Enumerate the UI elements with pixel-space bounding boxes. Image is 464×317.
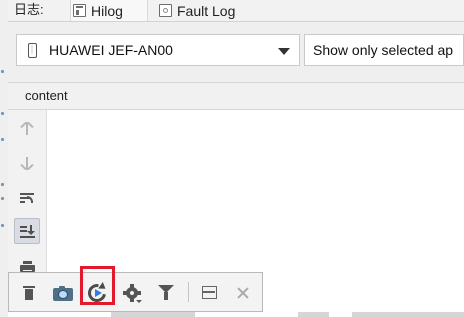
- clear-log-button[interactable]: [17, 281, 41, 305]
- chevron-down-icon[interactable]: [278, 48, 290, 55]
- close-icon: [236, 286, 250, 300]
- fault-log-icon: [159, 4, 172, 17]
- trash-icon: [23, 286, 35, 300]
- phone-icon: [28, 43, 37, 58]
- status-fragment: [111, 312, 195, 317]
- app-filter-select[interactable]: Show only selected ap: [304, 34, 464, 66]
- rail-marker: [1, 112, 4, 115]
- screenshot-button[interactable]: [51, 281, 75, 305]
- tab-hilog-label: Hilog: [91, 2, 123, 19]
- log-table-header: content: [8, 82, 464, 110]
- log-vertical-toolbar: [8, 110, 47, 278]
- settings-button[interactable]: [119, 281, 143, 305]
- soft-wrap-button[interactable]: [14, 185, 40, 211]
- bottom-log-toolbar: [8, 266, 263, 312]
- status-fragment: [298, 312, 329, 317]
- device-select-value: HUAWEI JEF-AN00: [49, 42, 173, 58]
- tab-hilog[interactable]: Hilog: [70, 0, 148, 21]
- rail-marker: [1, 138, 4, 141]
- status-fragment: [352, 312, 464, 317]
- rail-marker: [1, 224, 4, 227]
- scroll-to-end-button[interactable]: [14, 218, 40, 244]
- filter-icon: [158, 285, 174, 301]
- scroll-to-end-icon: [20, 225, 35, 239]
- toggle-panel-button[interactable]: [198, 281, 222, 305]
- soft-wrap-icon: [20, 192, 34, 204]
- refresh-highlight: [80, 266, 115, 305]
- hilog-icon: [73, 4, 86, 17]
- content-column-header: content: [25, 88, 68, 103]
- log-tab-strip: 日志: Hilog Fault Log: [8, 0, 464, 22]
- tab-fault-log-label: Fault Log: [177, 2, 236, 19]
- rail-marker: [1, 70, 4, 73]
- tab-fault-log[interactable]: Fault Log: [159, 0, 264, 21]
- filter-row: HUAWEI JEF-AN00 Show only selected ap: [8, 22, 464, 82]
- close-button[interactable]: [231, 281, 255, 305]
- filter-button[interactable]: [154, 281, 178, 305]
- log-window: 日志: Hilog Fault Log HUAWEI JEF-AN00 Show…: [0, 0, 464, 317]
- gear-icon: [123, 284, 142, 303]
- arrow-down-icon: [26, 157, 28, 170]
- arrow-up-icon: [26, 122, 28, 135]
- toolbar-separator: [188, 282, 189, 302]
- panel-icon: [202, 286, 217, 299]
- rail-marker: [1, 197, 4, 200]
- rail-marker: [1, 183, 4, 186]
- app-filter-value: Show only selected ap: [313, 42, 454, 58]
- scroll-down-button[interactable]: [14, 151, 40, 177]
- log-label: 日志:: [14, 2, 44, 17]
- camera-icon: [53, 286, 73, 301]
- scroll-up-button[interactable]: [14, 116, 40, 142]
- device-select[interactable]: HUAWEI JEF-AN00: [16, 34, 300, 66]
